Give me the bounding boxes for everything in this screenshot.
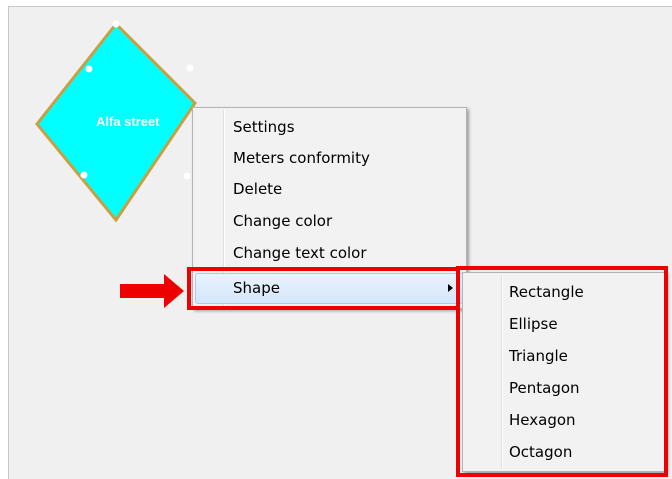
- node-label: Alfa street: [96, 114, 160, 129]
- menu-item-label: Meters conformity: [233, 149, 370, 167]
- menu-item-label: Settings: [233, 118, 295, 136]
- menu-item-settings[interactable]: Settings: [195, 112, 464, 143]
- highlight-box-shape-item: [187, 267, 460, 310]
- menu-item-label: Change color: [233, 212, 333, 230]
- red-arrow-icon: [120, 274, 184, 308]
- resize-handle[interactable]: [85, 65, 93, 73]
- resize-handle[interactable]: [186, 64, 194, 72]
- menu-item-label: Delete: [233, 180, 283, 198]
- resize-handle[interactable]: [183, 172, 191, 180]
- menu-item-change-text-color[interactable]: Change text color: [195, 238, 464, 269]
- highlight-box-shape-submenu: [456, 266, 668, 477]
- menu-item-meters-conformity[interactable]: Meters conformity: [195, 143, 464, 174]
- menu-item-delete[interactable]: Delete: [195, 174, 464, 205]
- resize-handle[interactable]: [112, 20, 120, 28]
- menu-item-label: Change text color: [233, 244, 367, 262]
- resize-handle[interactable]: [80, 171, 88, 179]
- menu-item-change-color[interactable]: Change color: [195, 206, 464, 237]
